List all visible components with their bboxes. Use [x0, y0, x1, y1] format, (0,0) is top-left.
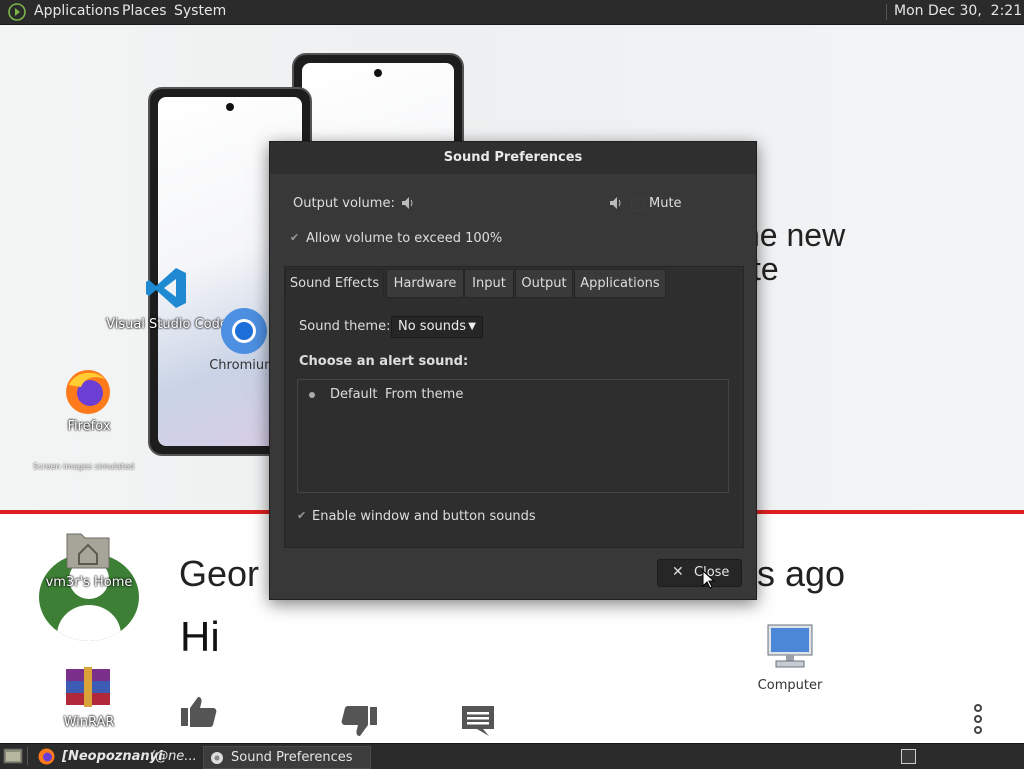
taskbar-item-sound-preferences[interactable]: Sound Preferences — [203, 746, 371, 769]
output-volume-slider[interactable] — [428, 200, 600, 206]
thumbs-down-icon[interactable] — [340, 705, 378, 739]
desktop-icon-label: Computer — [757, 678, 823, 693]
taskbar-item-label-rest: (@ne... — [150, 749, 197, 764]
desktop-icon-home[interactable]: vm3r's Home — [19, 528, 159, 598]
alert-sound-list[interactable]: Default From theme — [297, 379, 729, 493]
comment-icon[interactable] — [461, 705, 495, 737]
bottom-panel: [Neopoznanyi (@ne... Sound Preferences — [0, 743, 1024, 769]
tab-input[interactable]: Input — [464, 269, 514, 298]
menu-applications[interactable]: Applications — [34, 3, 120, 19]
enable-sounds-label: Enable window and button sounds — [312, 509, 536, 524]
clock[interactable]: Mon Dec 30, 2:21 PM — [894, 3, 1024, 19]
vscode-icon — [146, 268, 186, 308]
desktop-icon-label: Firefox — [67, 419, 111, 434]
panel-separator — [27, 747, 28, 765]
top-panel: Applications Places System Mon Dec 30, 2… — [0, 0, 1024, 25]
firefox-icon — [38, 748, 55, 765]
sound-theme-select[interactable]: No sounds ▼ — [391, 316, 483, 338]
alert-sound-heading: Choose an alert sound: — [299, 354, 469, 369]
desktop-icon-label: vm3r's Home — [45, 575, 133, 590]
comment-text: Hi — [180, 613, 220, 660]
thumbs-up-icon[interactable] — [180, 695, 218, 729]
desktop-icon-computer[interactable]: Computer — [720, 623, 860, 693]
tab-sound-effects[interactable]: Sound Effects — [285, 269, 384, 298]
mute-checkbox[interactable] — [631, 198, 644, 211]
window-titlebar[interactable]: Sound Preferences — [270, 142, 756, 174]
distro-logo-icon[interactable] — [8, 3, 26, 21]
winrar-icon — [66, 667, 110, 707]
sound-theme-value: No sounds — [398, 319, 467, 334]
panel-separator — [886, 4, 887, 20]
more-options-icon[interactable] — [973, 703, 983, 737]
taskbar-item-label-bold: [Neopoznanyi — [62, 749, 163, 764]
allow-exceed-label: Allow volume to exceed 100% — [306, 231, 503, 246]
close-icon: ✕ — [672, 564, 684, 580]
wallpaper-caption: Screen images simulated — [33, 462, 135, 471]
tab-applications[interactable]: Applications — [574, 269, 666, 298]
tab-output[interactable]: Output — [515, 269, 573, 298]
menu-system[interactable]: System — [174, 3, 226, 19]
speaker-max-icon — [610, 197, 621, 209]
desktop-icon-winrar[interactable]: WinRAR — [19, 665, 159, 735]
comment-time-fragment: s ago — [757, 553, 846, 594]
mouse-cursor-icon — [702, 570, 716, 589]
sound-icon — [211, 752, 223, 764]
close-button[interactable]: ✕ Close — [657, 559, 742, 587]
alert-sound-type: From theme — [385, 387, 464, 402]
firefox-icon — [66, 370, 110, 414]
workspace-switcher[interactable] — [901, 749, 916, 764]
show-desktop-icon[interactable] — [3, 748, 23, 764]
computer-icon — [767, 624, 813, 668]
speaker-icon — [402, 197, 413, 209]
mute-label: Mute — [649, 196, 682, 211]
list-item[interactable]: Default From theme — [299, 384, 727, 406]
sound-preferences-window: Sound Preferences Output volume: Mute ✔ … — [269, 141, 757, 600]
chromium-icon — [221, 308, 267, 354]
sound-theme-label: Sound theme: — [299, 319, 391, 334]
taskbar-item-firefox[interactable]: [Neopoznanyi (@ne... — [36, 746, 198, 767]
allow-exceed-checkbox[interactable]: ✔ — [290, 231, 299, 244]
headline-fragment-1: ne new — [742, 217, 846, 253]
radio-selected-icon — [309, 392, 315, 398]
menu-places[interactable]: Places — [122, 3, 167, 19]
comment-author-fragment: Geor — [179, 553, 260, 594]
enable-sounds-checkbox[interactable]: ✔ — [297, 509, 306, 522]
tab-hardware[interactable]: Hardware — [386, 269, 464, 298]
output-volume-label: Output volume: — [293, 196, 395, 211]
chevron-down-icon: ▼ — [468, 321, 476, 332]
taskbar-item-label: Sound Preferences — [231, 750, 353, 765]
desktop-icon-label: WinRAR — [63, 715, 115, 730]
alert-sound-name: Default — [330, 387, 378, 402]
home-folder-icon — [66, 533, 110, 569]
desktop-icon-firefox[interactable]: Firefox — [19, 369, 159, 439]
